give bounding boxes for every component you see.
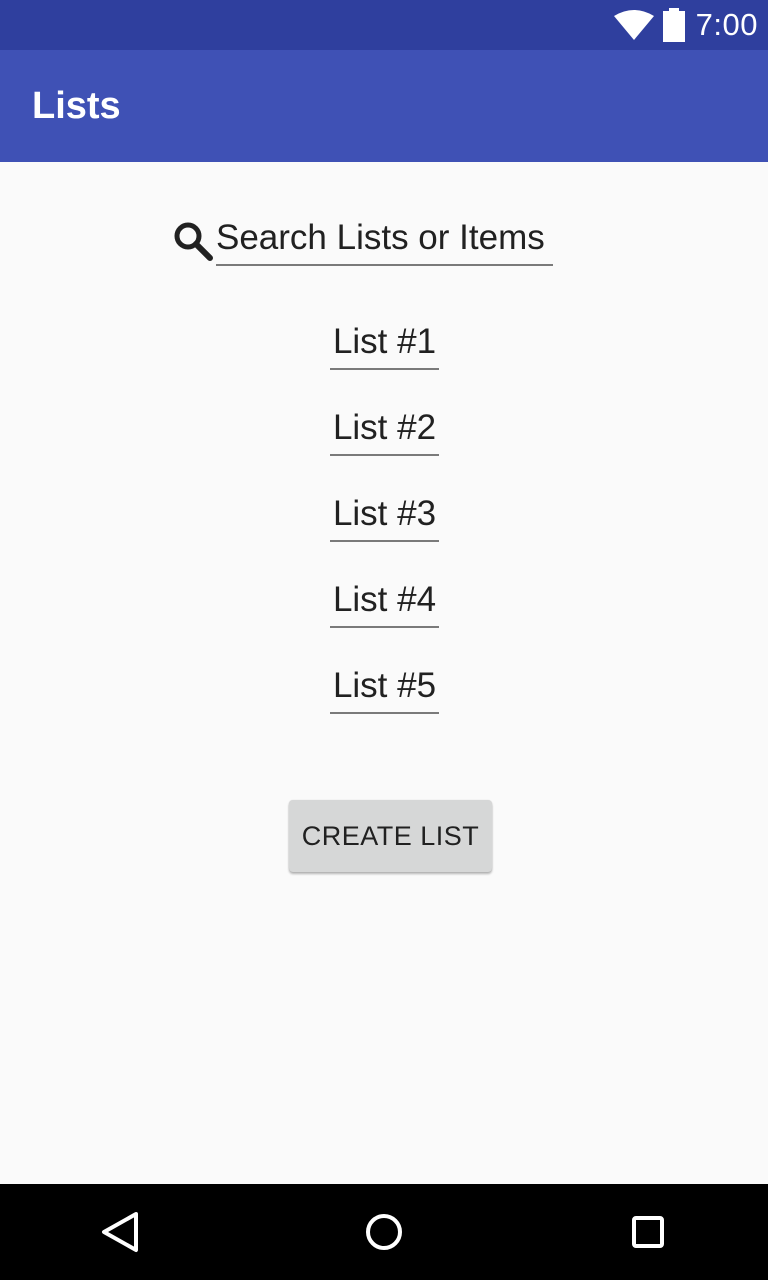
list-item-2[interactable]: List #2 — [330, 402, 439, 456]
back-icon — [102, 1212, 138, 1252]
list-item-5[interactable]: List #5 — [330, 660, 439, 714]
list-item-3[interactable]: List #3 — [330, 488, 439, 542]
status-bar: 7:00 — [0, 0, 768, 50]
home-icon — [366, 1214, 402, 1250]
search-input[interactable] — [216, 212, 553, 266]
home-button[interactable] — [354, 1202, 414, 1262]
back-button[interactable] — [90, 1202, 150, 1262]
list-item-1[interactable]: List #1 — [330, 316, 439, 370]
recent-apps-icon — [632, 1216, 664, 1248]
search-row — [172, 212, 556, 272]
status-icons: 7:00 — [613, 0, 758, 50]
battery-icon — [662, 8, 685, 42]
list-item-4[interactable]: List #4 — [330, 574, 439, 628]
navigation-bar — [0, 1184, 768, 1280]
status-clock: 7:00 — [695, 7, 758, 42]
wifi-icon — [613, 10, 654, 40]
create-list-button[interactable]: CREATE LIST — [289, 800, 492, 872]
search-icon — [174, 222, 213, 261]
recent-apps-button[interactable] — [618, 1202, 678, 1262]
app-bar: Lists — [0, 50, 768, 162]
page-title: Lists — [32, 85, 121, 127]
